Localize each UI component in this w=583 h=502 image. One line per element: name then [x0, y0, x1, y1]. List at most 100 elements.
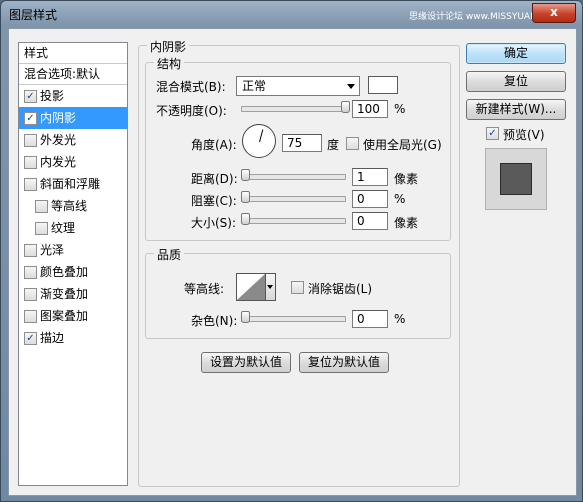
stroke-checkbox[interactable]: ✓ [24, 332, 37, 345]
style-item-label: 描边 [40, 331, 65, 345]
style-preview [485, 148, 547, 210]
noise-input[interactable]: 0 [352, 310, 388, 328]
close-icon: x [550, 5, 558, 19]
opacity-slider-track[interactable] [241, 106, 346, 112]
global-light-checkbox[interactable] [346, 137, 359, 150]
window-title: 图层样式 [9, 8, 58, 22]
satin-checkbox[interactable] [24, 244, 37, 257]
reset-button[interactable]: 复位 [466, 71, 566, 92]
chevron-down-icon [267, 285, 273, 289]
choke-slider-track[interactable] [241, 196, 346, 202]
gradient-overlay-checkbox[interactable] [24, 288, 37, 301]
noise-label: 杂色(N): [191, 314, 238, 328]
preview-checkbox[interactable]: ✓ [486, 127, 499, 140]
noise-unit: % [394, 312, 406, 326]
style-item-label: 内发光 [40, 155, 77, 169]
style-item-color-overlay[interactable]: 颜色叠加 [19, 261, 127, 283]
angle-label: 角度(A): [191, 138, 237, 152]
anti-alias-checkbox[interactable] [291, 281, 304, 294]
opacity-input[interactable]: 100 [352, 100, 388, 118]
dialog-body: 样式 混合选项:默认 ✓ 投影 ✓ 内阴影 外发光 内发光 斜面和浮雕 等高线 … [8, 28, 577, 496]
style-item-stroke[interactable]: ✓ 描边 [19, 327, 127, 349]
style-item-label: 渐变叠加 [40, 287, 89, 301]
opacity-unit: % [394, 102, 406, 116]
style-item-texture[interactable]: 纹理 [19, 217, 127, 239]
style-item-label: 颜色叠加 [40, 265, 89, 279]
style-item-label: 内阴影 [40, 111, 77, 125]
angle-unit: 度 [327, 138, 340, 152]
style-item-inner-shadow[interactable]: ✓ 内阴影 [19, 107, 127, 129]
ok-button[interactable]: 确定 [466, 43, 566, 64]
inner-shadow-title: 内阴影 [147, 38, 190, 55]
opacity-label: 不透明度(O): [156, 104, 227, 118]
size-input[interactable]: 0 [352, 212, 388, 230]
noise-slider-thumb[interactable] [241, 311, 250, 323]
new-style-button[interactable]: 新建样式(W)... [466, 99, 566, 120]
contour-dropdown[interactable] [266, 273, 276, 301]
set-default-button[interactable]: 设置为默认值 [201, 352, 291, 373]
angle-input[interactable]: 75 [282, 134, 322, 152]
chevron-down-icon [347, 84, 355, 89]
size-label: 大小(S): [191, 216, 237, 230]
choke-unit: % [394, 192, 406, 206]
preview-swatch [500, 163, 532, 195]
inner-shadow-group: 内阴影 结构 混合模式(B): 正常 不透明度(O): 100 % 角度(A): [138, 38, 460, 487]
reset-default-button[interactable]: 复位为默认值 [299, 352, 389, 373]
style-item-gradient-overlay[interactable]: 渐变叠加 [19, 283, 127, 305]
distance-input[interactable]: 1 [352, 168, 388, 186]
bevel-emboss-checkbox[interactable] [24, 178, 37, 191]
distance-slider-track[interactable] [241, 174, 346, 180]
texture-checkbox[interactable] [35, 222, 48, 235]
inner-glow-checkbox[interactable] [24, 156, 37, 169]
style-item-contour[interactable]: 等高线 [19, 195, 127, 217]
opacity-slider-thumb[interactable] [341, 101, 350, 113]
blend-options-item[interactable]: 混合选项:默认 [19, 64, 127, 85]
title-bar[interactable]: 图层样式 思缘设计论坛 www.MISSYUAN.COM x [1, 1, 582, 27]
contour-checkbox[interactable] [35, 200, 48, 213]
style-list-header[interactable]: 样式 [19, 43, 127, 64]
style-item-label: 外发光 [40, 133, 77, 147]
structure-group: 结构 混合模式(B): 正常 不透明度(O): 100 % 角度(A): 75 … [145, 55, 451, 241]
distance-label: 距离(D): [191, 172, 238, 186]
global-light-label[interactable]: 使用全局光(G) [363, 136, 442, 153]
style-item-outer-glow[interactable]: 外发光 [19, 129, 127, 151]
style-item-pattern-overlay[interactable]: 图案叠加 [19, 305, 127, 327]
drop-shadow-checkbox[interactable]: ✓ [24, 90, 37, 103]
blend-mode-select[interactable]: 正常 [236, 76, 360, 96]
anti-alias-label[interactable]: 消除锯齿(L) [308, 280, 372, 297]
pattern-overlay-checkbox[interactable] [24, 310, 37, 323]
layer-style-dialog: 图层样式 思缘设计论坛 www.MISSYUAN.COM x 样式 混合选项:默… [0, 0, 583, 502]
style-item-bevel-emboss[interactable]: 斜面和浮雕 [19, 173, 127, 195]
choke-slider-thumb[interactable] [241, 191, 250, 203]
angle-dial[interactable] [242, 124, 276, 158]
distance-slider-thumb[interactable] [241, 169, 250, 181]
style-item-label: 光泽 [40, 243, 65, 257]
size-slider-thumb[interactable] [241, 213, 250, 225]
style-item-label: 投影 [40, 89, 65, 103]
style-item-inner-glow[interactable]: 内发光 [19, 151, 127, 173]
style-item-satin[interactable]: 光泽 [19, 239, 127, 261]
size-unit: 像素 [394, 216, 419, 230]
quality-title: 品质 [154, 246, 185, 263]
shadow-color-swatch[interactable] [368, 76, 398, 94]
structure-title: 结构 [154, 55, 185, 72]
choke-label: 阻塞(C): [191, 194, 237, 208]
contour-picker[interactable] [236, 273, 266, 301]
noise-slider-track[interactable] [241, 316, 346, 322]
distance-unit: 像素 [394, 172, 419, 186]
preview-label[interactable]: 预览(V) [503, 126, 545, 143]
contour-curve-icon [237, 274, 265, 300]
style-item-label: 图案叠加 [40, 309, 89, 323]
outer-glow-checkbox[interactable] [24, 134, 37, 147]
choke-input[interactable]: 0 [352, 190, 388, 208]
size-slider-track[interactable] [241, 218, 346, 224]
inner-shadow-checkbox[interactable]: ✓ [24, 112, 37, 125]
contour-label: 等高线: [184, 282, 225, 296]
blend-mode-value: 正常 [242, 79, 267, 93]
quality-group: 品质 等高线: 消除锯齿(L) 杂色(N): 0 % [145, 246, 451, 339]
style-list: 样式 混合选项:默认 ✓ 投影 ✓ 内阴影 外发光 内发光 斜面和浮雕 等高线 … [18, 42, 128, 486]
style-item-label: 等高线 [51, 199, 88, 213]
style-item-drop-shadow[interactable]: ✓ 投影 [19, 85, 127, 107]
color-overlay-checkbox[interactable] [24, 266, 37, 279]
close-button[interactable]: x [532, 3, 576, 23]
